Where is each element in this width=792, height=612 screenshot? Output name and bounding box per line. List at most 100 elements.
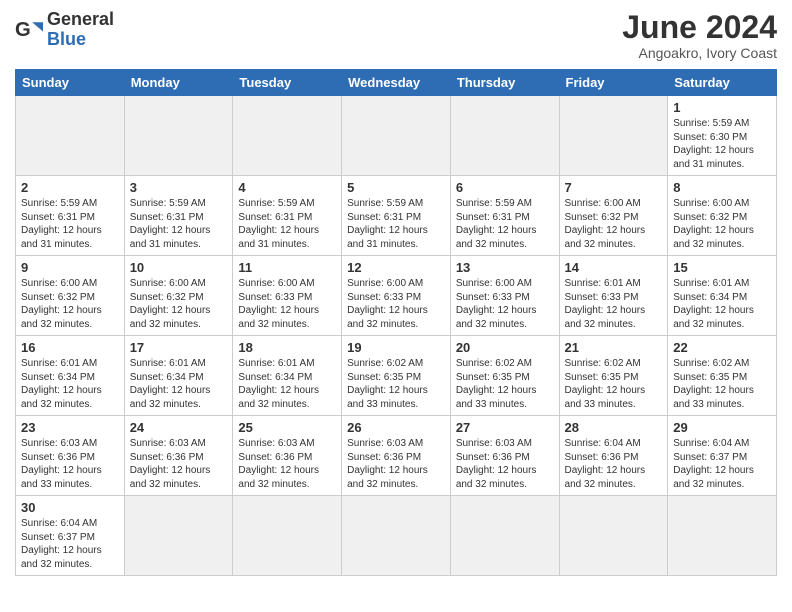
calendar-cell (559, 96, 668, 176)
day-number: 25 (238, 420, 336, 435)
calendar-cell: 17 Sunrise: 6:01 AM Sunset: 6:34 PM Dayli… (124, 336, 233, 416)
calendar-cell (124, 96, 233, 176)
day-info: Sunrise: 6:03 AM Sunset: 6:36 PM Dayligh… (456, 437, 554, 491)
day-number: 28 (565, 420, 663, 435)
calendar-cell (233, 496, 342, 576)
day-number: 29 (673, 420, 771, 435)
day-number: 27 (456, 420, 554, 435)
day-info: Sunrise: 5:59 AM Sunset: 6:30 PM Dayligh… (673, 117, 771, 171)
day-info: Sunrise: 6:02 AM Sunset: 6:35 PM Dayligh… (347, 357, 445, 411)
calendar-cell: 24 Sunrise: 6:03 AM Sunset: 6:36 PM Dayli… (124, 416, 233, 496)
calendar-cell (450, 496, 559, 576)
calendar-cell: 2 Sunrise: 5:59 AM Sunset: 6:31 PM Daylig… (16, 176, 125, 256)
day-number: 11 (238, 260, 336, 275)
day-info: Sunrise: 6:02 AM Sunset: 6:35 PM Dayligh… (673, 357, 771, 411)
day-number: 23 (21, 420, 119, 435)
day-number: 5 (347, 180, 445, 195)
calendar-cell (16, 96, 125, 176)
day-info: Sunrise: 6:03 AM Sunset: 6:36 PM Dayligh… (130, 437, 228, 491)
day-number: 16 (21, 340, 119, 355)
calendar-cell: 12Sunrise: 6:00 AM Sunset: 6:33 PM Dayli… (342, 256, 451, 336)
calendar-cell: 20 Sunrise: 6:02 AM Sunset: 6:35 PM Dayli… (450, 336, 559, 416)
calendar-body: 1 Sunrise: 5:59 AM Sunset: 6:30 PM Daylig… (16, 96, 777, 576)
calendar-cell: 25 Sunrise: 6:03 AM Sunset: 6:36 PM Dayli… (233, 416, 342, 496)
day-number: 7 (565, 180, 663, 195)
logo-general: General (47, 9, 114, 29)
day-number: 26 (347, 420, 445, 435)
calendar-cell: 7 Sunrise: 6:00 AM Sunset: 6:32 PM Daylig… (559, 176, 668, 256)
day-number: 15 (673, 260, 771, 275)
day-number: 1 (673, 100, 771, 115)
calendar-cell: 18Sunrise: 6:01 AM Sunset: 6:34 PM Dayli… (233, 336, 342, 416)
calendar-cell: 3 Sunrise: 5:59 AM Sunset: 6:31 PM Daylig… (124, 176, 233, 256)
day-info: Sunrise: 5:59 AM Sunset: 6:31 PM Dayligh… (130, 197, 228, 251)
calendar-cell: 8 Sunrise: 6:00 AM Sunset: 6:32 PM Daylig… (668, 176, 777, 256)
calendar-week-row: 23 Sunrise: 6:03 AM Sunset: 6:36 PM Dayli… (16, 416, 777, 496)
calendar-cell: 27 Sunrise: 6:03 AM Sunset: 6:36 PM Dayli… (450, 416, 559, 496)
calendar-cell: 9Sunrise: 6:00 AM Sunset: 6:32 PM Daylig… (16, 256, 125, 336)
calendar-cell: 16 Sunrise: 6:01 AM Sunset: 6:34 PM Dayli… (16, 336, 125, 416)
day-info: Sunrise: 6:02 AM Sunset: 6:35 PM Dayligh… (565, 357, 663, 411)
day-info: Sunrise: 5:59 AM Sunset: 6:31 PM Dayligh… (456, 197, 554, 251)
day-number: 3 (130, 180, 228, 195)
day-number: 2 (21, 180, 119, 195)
calendar-cell: 22 Sunrise: 6:02 AM Sunset: 6:35 PM Dayli… (668, 336, 777, 416)
day-info: Sunrise: 6:01 AM Sunset: 6:34 PM Dayligh… (673, 277, 771, 331)
weekday-header: Thursday (450, 70, 559, 96)
day-number: 9 (21, 260, 119, 275)
day-info: Sunrise: 6:04 AM Sunset: 6:36 PM Dayligh… (565, 437, 663, 491)
logo-text: General Blue (47, 10, 114, 50)
day-number: 8 (673, 180, 771, 195)
calendar-cell (124, 496, 233, 576)
day-info: Sunrise: 5:59 AM Sunset: 6:31 PM Dayligh… (238, 197, 336, 251)
calendar-cell: 23 Sunrise: 6:03 AM Sunset: 6:36 PM Dayli… (16, 416, 125, 496)
day-number: 10 (130, 260, 228, 275)
day-info: Sunrise: 6:01 AM Sunset: 6:34 PM Dayligh… (21, 357, 119, 411)
weekday-header: Tuesday (233, 70, 342, 96)
calendar-cell: 21Sunrise: 6:02 AM Sunset: 6:35 PM Dayli… (559, 336, 668, 416)
day-info: Sunrise: 6:04 AM Sunset: 6:37 PM Dayligh… (21, 517, 119, 571)
day-number: 24 (130, 420, 228, 435)
day-number: 17 (130, 340, 228, 355)
calendar-cell: 13Sunrise: 6:00 AM Sunset: 6:33 PM Dayli… (450, 256, 559, 336)
day-number: 22 (673, 340, 771, 355)
weekday-header: Wednesday (342, 70, 451, 96)
day-info: Sunrise: 6:00 AM Sunset: 6:32 PM Dayligh… (673, 197, 771, 251)
day-info: Sunrise: 6:01 AM Sunset: 6:34 PM Dayligh… (130, 357, 228, 411)
calendar-cell: 10 Sunrise: 6:00 AM Sunset: 6:32 PM Dayli… (124, 256, 233, 336)
day-info: Sunrise: 5:59 AM Sunset: 6:31 PM Dayligh… (347, 197, 445, 251)
weekday-header: Monday (124, 70, 233, 96)
calendar-cell: 14 Sunrise: 6:01 AM Sunset: 6:33 PM Dayli… (559, 256, 668, 336)
day-info: Sunrise: 5:59 AM Sunset: 6:31 PM Dayligh… (21, 197, 119, 251)
day-info: Sunrise: 6:02 AM Sunset: 6:35 PM Dayligh… (456, 357, 554, 411)
day-number: 19 (347, 340, 445, 355)
day-info: Sunrise: 6:00 AM Sunset: 6:33 PM Dayligh… (347, 277, 445, 331)
day-number: 6 (456, 180, 554, 195)
calendar-cell: 15 Sunrise: 6:01 AM Sunset: 6:34 PM Dayli… (668, 256, 777, 336)
calendar-cell: 4 Sunrise: 5:59 AM Sunset: 6:31 PM Daylig… (233, 176, 342, 256)
day-info: Sunrise: 6:01 AM Sunset: 6:33 PM Dayligh… (565, 277, 663, 331)
day-info: Sunrise: 6:00 AM Sunset: 6:32 PM Dayligh… (130, 277, 228, 331)
day-info: Sunrise: 6:00 AM Sunset: 6:32 PM Dayligh… (565, 197, 663, 251)
day-number: 4 (238, 180, 336, 195)
calendar-title: June 2024 (622, 10, 777, 45)
logo-icon: G (15, 16, 43, 44)
day-info: Sunrise: 6:03 AM Sunset: 6:36 PM Dayligh… (238, 437, 336, 491)
calendar-cell: 29Sunrise: 6:04 AM Sunset: 6:37 PM Dayli… (668, 416, 777, 496)
calendar-cell: 1 Sunrise: 5:59 AM Sunset: 6:30 PM Daylig… (668, 96, 777, 176)
calendar-cell (450, 96, 559, 176)
calendar-cell: 28 Sunrise: 6:04 AM Sunset: 6:36 PM Dayli… (559, 416, 668, 496)
weekday-header: Friday (559, 70, 668, 96)
weekday-header: Sunday (16, 70, 125, 96)
calendar-cell (342, 96, 451, 176)
day-number: 30 (21, 500, 119, 515)
day-number: 13 (456, 260, 554, 275)
calendar-cell: 5 Sunrise: 5:59 AM Sunset: 6:31 PM Daylig… (342, 176, 451, 256)
day-info: Sunrise: 6:00 AM Sunset: 6:33 PM Dayligh… (238, 277, 336, 331)
day-number: 14 (565, 260, 663, 275)
header-row: SundayMondayTuesdayWednesdayThursdayFrid… (16, 70, 777, 96)
day-info: Sunrise: 6:03 AM Sunset: 6:36 PM Dayligh… (21, 437, 119, 491)
day-number: 20 (456, 340, 554, 355)
calendar-week-row: 9 Sunrise: 6:00 AM Sunset: 6:32 PM Daylig… (16, 256, 777, 336)
calendar-cell (668, 496, 777, 576)
